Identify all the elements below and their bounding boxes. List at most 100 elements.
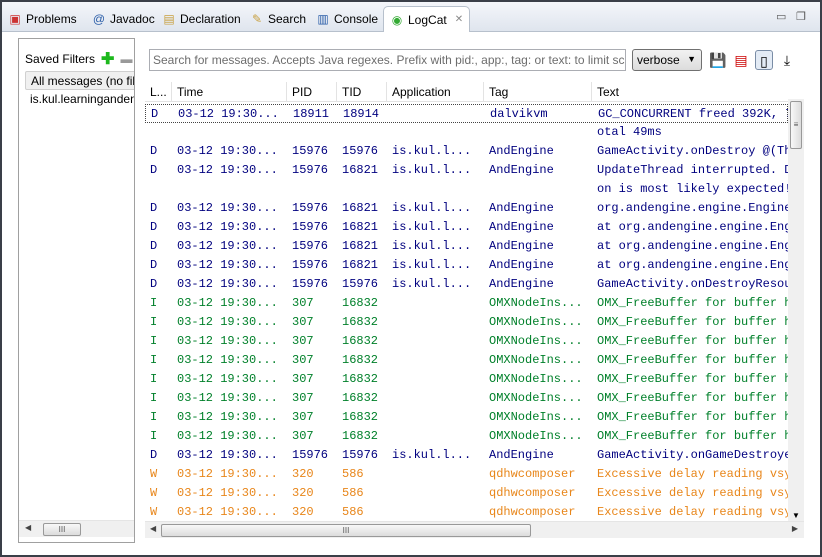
col-tid: 16821 — [342, 220, 379, 234]
col-tid: 16832 — [342, 410, 379, 424]
col-tid: 16821 — [342, 258, 379, 272]
col-text: OMX_FreeBuffer for buffer h — [597, 410, 788, 424]
col-level: I — [150, 334, 158, 348]
table-row[interactable]: D 03-12 19:30... 15976 15976 is.kul.l... AndE… — [145, 142, 788, 161]
table-row[interactable]: D 03-12 19:30... 15976 16821 is.kul.l... AndE… — [145, 237, 788, 256]
table-row[interactable]: I 03-12 19:30... 307 16832 OMXNodeIns... OMX_… — [145, 389, 788, 408]
clear-log-icon[interactable]: ▤ — [732, 50, 750, 70]
table-row[interactable]: W 03-12 19:30... 320 586 qdhwcomposer Excessi… — [145, 503, 788, 522]
col-time: 03-12 19:30... — [177, 220, 278, 234]
col-time: 03-12 19:30... — [177, 429, 278, 443]
col-tag: qdhwcomposer — [489, 467, 576, 481]
table-row[interactable]: D 03-12 19:30... 15976 15976 is.kul.l... AndE… — [145, 275, 788, 294]
search-input[interactable]: Search for messages. Accepts Java regexe… — [149, 49, 626, 71]
col-level: W — [150, 505, 158, 519]
col-level: I — [150, 429, 158, 443]
col-text: OMX_FreeBuffer for buffer h — [597, 429, 788, 443]
add-filter-icon[interactable]: ✚ — [101, 49, 114, 69]
col-pid: 320 — [292, 467, 314, 481]
filters-horizontal-scrollbar[interactable]: ◀ III — [19, 520, 134, 537]
filter-item[interactable]: is.kul.learningandengine — [25, 90, 134, 109]
table-row[interactable]: W 03-12 19:30... 320 586 qdhwcomposer Excessi… — [145, 465, 788, 484]
col-time: 03-12 19:30... — [177, 315, 278, 329]
col-tid: 16832 — [342, 296, 379, 310]
saved-filters-panel: Saved Filters ✚ ▬ All messages (no filters… — [18, 38, 135, 543]
header-col-tag[interactable]: Tag — [484, 82, 592, 102]
toggle-filters-icon[interactable]: ▯ — [755, 50, 773, 70]
header-col-text[interactable]: Text — [592, 82, 788, 102]
col-pid: 15976 — [292, 239, 329, 253]
col-time: 03-12 19:30... — [177, 144, 278, 158]
table-row[interactable]: D 03-12 19:30... 15976 16821 is.kul.l... AndE… — [145, 161, 788, 180]
table-row[interactable]: on is most likely expected! — [145, 180, 788, 199]
remove-filter-icon[interactable]: ▬ — [120, 52, 132, 66]
log-table: L... Time PID TID Application Tag Text D 03-12 … — [145, 82, 788, 522]
table-row[interactable]: I 03-12 19:30... 307 16832 OMXNodeIns... OMX_… — [145, 294, 788, 313]
col-text: UpdateThread interrupted. D — [597, 163, 788, 177]
header-col-application[interactable]: Application — [387, 82, 484, 102]
table-horizontal-scrollbar[interactable]: ◀ III ▶ — [145, 521, 804, 538]
tab-problems[interactable]: ▣ Problems — [8, 8, 77, 30]
table-row[interactable]: D 03-12 19:30... 15976 16821 is.kul.l... AndE… — [145, 199, 788, 218]
table-row[interactable]: I 03-12 19:30... 307 16832 OMXNodeIns... OMX_… — [145, 370, 788, 389]
tab-console[interactable]: ▥ Console — [316, 8, 378, 30]
col-tid: 15976 — [342, 448, 379, 462]
table-row[interactable]: D 03-12 19:30... 15976 16821 is.kul.l... AndE… — [145, 256, 788, 275]
log-level-select[interactable]: verbose ▼ — [632, 49, 702, 71]
table-row[interactable]: D 03-12 19:30... 15976 15976 is.kul.l... AndE… — [145, 446, 788, 465]
table-row[interactable]: D 03-12 19:30... 18911 18914 dalvikvm GC_CONC… — [145, 104, 788, 123]
tab-declaration[interactable]: ▤ Declaration — [162, 8, 240, 30]
tab-javadoc[interactable]: @ Javadoc — [92, 8, 155, 30]
col-pid: 307 — [292, 296, 314, 310]
col-tid: 586 — [342, 467, 364, 481]
tab-label: Problems — [26, 12, 77, 26]
header-col-tid[interactable]: TID — [337, 82, 387, 102]
col-time: 03-12 19:30... — [177, 486, 278, 500]
col-text: GC_CONCURRENT freed 392K, 7 — [598, 107, 788, 121]
header-col-level[interactable]: L... — [145, 82, 172, 102]
col-tag: AndEngine — [489, 448, 554, 462]
col-tag: OMXNodeIns... — [489, 372, 583, 386]
col-pid: 307 — [292, 334, 314, 348]
col-tag: OMXNodeIns... — [489, 353, 583, 367]
col-time: 03-12 19:30... — [177, 391, 278, 405]
table-row[interactable]: W 03-12 19:30... 320 586 qdhwcomposer Excessi… — [145, 484, 788, 503]
tab-logcat[interactable]: ◉ LogCat ✕ — [383, 6, 471, 32]
col-text: at org.andengine.engine.Eng — [597, 220, 788, 234]
col-text: at org.andengine.engine.Eng — [597, 258, 788, 272]
table-row[interactable]: otal 49ms — [145, 123, 788, 142]
header-col-pid[interactable]: PID — [287, 82, 337, 102]
col-tag: AndEngine — [489, 239, 554, 253]
col-time: 03-12 19:30... — [177, 448, 278, 462]
table-row[interactable]: I 03-12 19:30... 307 16832 OMXNodeIns... OMX_… — [145, 332, 788, 351]
col-text: Excessive delay reading vsy — [597, 467, 788, 481]
table-row[interactable]: D 03-12 19:30... 15976 16821 is.kul.l... AndE… — [145, 218, 788, 237]
table-row[interactable]: I 03-12 19:30... 307 16832 OMXNodeIns... OMX_… — [145, 313, 788, 332]
col-level: I — [150, 353, 158, 367]
scroll-lock-icon[interactable]: ⤓ — [778, 50, 796, 70]
col-pid: 15976 — [292, 201, 329, 215]
col-text: GameActivity.onDestroyResou — [597, 277, 788, 291]
col-level: D — [150, 144, 158, 158]
col-tid: 15976 — [342, 144, 379, 158]
col-text: GameActivity.onGameDestroye — [597, 448, 788, 462]
header-col-time[interactable]: Time — [172, 82, 287, 102]
col-tid: 16821 — [342, 201, 379, 215]
close-icon[interactable]: ✕ — [455, 14, 463, 25]
col-pid: 307 — [292, 391, 314, 405]
filter-item[interactable]: All messages (no filters) — [25, 71, 134, 90]
col-pid: 15976 — [292, 277, 329, 291]
tab-search[interactable]: ✎ Search — [250, 8, 306, 30]
col-text: Excessive delay reading vsy — [597, 505, 788, 519]
col-application: is.kul.l... — [392, 220, 472, 234]
table-row[interactable]: I 03-12 19:30... 307 16832 OMXNodeIns... OMX_… — [145, 427, 788, 446]
col-level: I — [150, 372, 158, 386]
minimize-icon[interactable]: ▭ — [776, 10, 786, 23]
table-row[interactable]: I 03-12 19:30... 307 16832 OMXNodeIns... OMX_… — [145, 351, 788, 370]
table-row[interactable]: I 03-12 19:30... 307 16832 OMXNodeIns... OMX_… — [145, 408, 788, 427]
maximize-icon[interactable]: ❐ — [796, 10, 806, 23]
save-icon[interactable]: 💾 — [709, 50, 727, 70]
col-application: is.kul.l... — [392, 277, 472, 291]
vertical-scrollbar[interactable]: ≡ ▼ — [788, 99, 804, 522]
col-time: 03-12 19:30... — [177, 163, 278, 177]
